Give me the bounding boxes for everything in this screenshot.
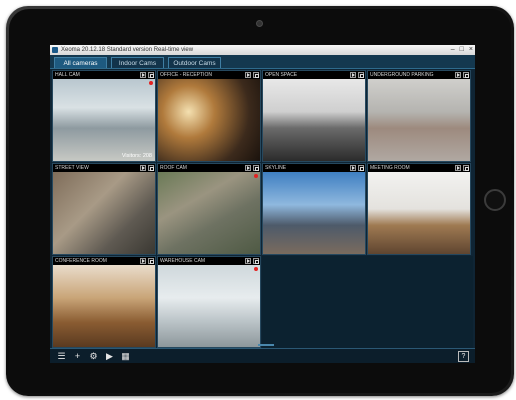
play-icon[interactable]: ▶ bbox=[104, 351, 115, 362]
play-icon[interactable] bbox=[350, 165, 356, 171]
maximize-button[interactable]: □ bbox=[460, 46, 464, 54]
camera-label: SKYLINE bbox=[265, 165, 287, 171]
play-icon[interactable] bbox=[245, 72, 251, 78]
camera-overlay-text: Visitors: 208 bbox=[121, 153, 152, 159]
camera-tile[interactable]: HALL CAM Visitors: 208 bbox=[52, 70, 156, 162]
app-icon bbox=[52, 47, 58, 53]
play-icon[interactable] bbox=[245, 258, 251, 264]
camera-tile[interactable]: ROOF CAM bbox=[157, 163, 261, 255]
camera-header: SKYLINE bbox=[263, 164, 365, 172]
camera-tile[interactable]: UNDERGROUND PARKING bbox=[367, 70, 471, 162]
recording-indicator bbox=[254, 174, 258, 178]
camera-feed[interactable] bbox=[263, 172, 365, 254]
camera-menu-icon[interactable] bbox=[148, 72, 154, 78]
play-icon[interactable] bbox=[455, 165, 461, 171]
camera-tile[interactable]: WAREHOUSE CAM bbox=[157, 256, 261, 348]
layout-icon[interactable]: ▦ bbox=[120, 351, 131, 362]
camera-header: HALL CAM bbox=[53, 71, 155, 79]
home-button[interactable] bbox=[484, 189, 506, 211]
bottom-toolbar: ☰ + ⚙ ▶ ▦ ? bbox=[50, 348, 475, 363]
camera-header: UNDERGROUND PARKING bbox=[368, 71, 470, 79]
play-icon[interactable] bbox=[455, 72, 461, 78]
window-controls: – □ × bbox=[451, 46, 473, 54]
camera-feed[interactable] bbox=[263, 79, 365, 161]
recording-indicator bbox=[254, 267, 258, 271]
camera-header: STREET VIEW bbox=[53, 164, 155, 172]
camera-label: MEETING ROOM bbox=[370, 165, 410, 171]
play-icon[interactable] bbox=[140, 72, 146, 78]
app-window: Xeoma 20.12.18 Standard version Real-tim… bbox=[50, 45, 475, 363]
play-icon[interactable] bbox=[245, 165, 251, 171]
camera-menu-icon[interactable] bbox=[148, 165, 154, 171]
camera-label: OFFICE - RECEPTION bbox=[160, 72, 212, 78]
gear-icon[interactable]: ⚙ bbox=[88, 351, 99, 362]
camera-label: OPEN SPACE bbox=[265, 72, 298, 78]
camera-header: OFFICE - RECEPTION bbox=[158, 71, 260, 79]
camera-label: HALL CAM bbox=[55, 72, 80, 78]
camera-feed[interactable] bbox=[158, 172, 260, 254]
camera-feed[interactable] bbox=[53, 172, 155, 254]
play-icon[interactable] bbox=[140, 165, 146, 171]
camera-tile[interactable]: MEETING ROOM bbox=[367, 163, 471, 255]
camera-tile[interactable]: SKYLINE bbox=[262, 163, 366, 255]
camera-menu-icon[interactable] bbox=[253, 258, 259, 264]
camera-menu-icon[interactable] bbox=[253, 165, 259, 171]
camera-feed[interactable] bbox=[368, 79, 470, 161]
title-bar: Xeoma 20.12.18 Standard version Real-tim… bbox=[50, 45, 475, 55]
window-title: Xeoma 20.12.18 Standard version Real-tim… bbox=[61, 47, 194, 53]
camera-feed[interactable] bbox=[368, 172, 470, 254]
camera-tile[interactable]: STREET VIEW bbox=[52, 163, 156, 255]
camera-feed[interactable] bbox=[53, 79, 155, 161]
camera-label: STREET VIEW bbox=[55, 165, 89, 171]
camera-header: MEETING ROOM bbox=[368, 164, 470, 172]
camera-menu-icon[interactable] bbox=[463, 165, 469, 171]
play-icon[interactable] bbox=[140, 258, 146, 264]
camera-menu-icon[interactable] bbox=[463, 72, 469, 78]
camera-label: ROOF CAM bbox=[160, 165, 187, 171]
tab-all-cameras[interactable]: All cameras bbox=[54, 57, 107, 68]
minimize-button[interactable]: – bbox=[451, 46, 455, 54]
camera-label: UNDERGROUND PARKING bbox=[370, 72, 434, 78]
camera-feed[interactable] bbox=[158, 265, 260, 347]
empty-grid-area bbox=[262, 256, 473, 350]
camera-menu-icon[interactable] bbox=[358, 72, 364, 78]
camera-tabs: All cameras Indoor Cams Outdoor Cams bbox=[50, 55, 475, 69]
camera-tile[interactable]: OFFICE - RECEPTION bbox=[157, 70, 261, 162]
play-icon[interactable] bbox=[350, 72, 356, 78]
recording-indicator bbox=[149, 81, 153, 85]
close-button[interactable]: × bbox=[469, 46, 473, 54]
camera-header: ROOF CAM bbox=[158, 164, 260, 172]
camera-header: OPEN SPACE bbox=[263, 71, 365, 79]
camera-header: WAREHOUSE CAM bbox=[158, 257, 260, 265]
camera-grid: HALL CAM Visitors: 208 OFFICE - RECEPTION O… bbox=[52, 70, 473, 350]
camera-tile[interactable]: OPEN SPACE bbox=[262, 70, 366, 162]
help-button[interactable]: ? bbox=[458, 351, 469, 362]
camera-menu-icon[interactable] bbox=[358, 165, 364, 171]
camera-feed[interactable] bbox=[53, 265, 155, 347]
list-icon[interactable]: ☰ bbox=[56, 351, 67, 362]
camera-tile[interactable]: CONFERENCE ROOM bbox=[52, 256, 156, 348]
camera-menu-icon[interactable] bbox=[253, 72, 259, 78]
camera-menu-icon[interactable] bbox=[148, 258, 154, 264]
camera-header: CONFERENCE ROOM bbox=[53, 257, 155, 265]
tab-indoor-cams[interactable]: Indoor Cams bbox=[111, 57, 164, 68]
camera-label: WAREHOUSE CAM bbox=[160, 258, 206, 264]
plus-icon[interactable]: + bbox=[72, 351, 83, 362]
tab-outdoor-cams[interactable]: Outdoor Cams bbox=[168, 57, 221, 68]
camera-feed[interactable] bbox=[158, 79, 260, 161]
camera-label: CONFERENCE ROOM bbox=[55, 258, 107, 264]
front-camera bbox=[256, 20, 263, 27]
scroll-handle[interactable] bbox=[258, 344, 274, 346]
